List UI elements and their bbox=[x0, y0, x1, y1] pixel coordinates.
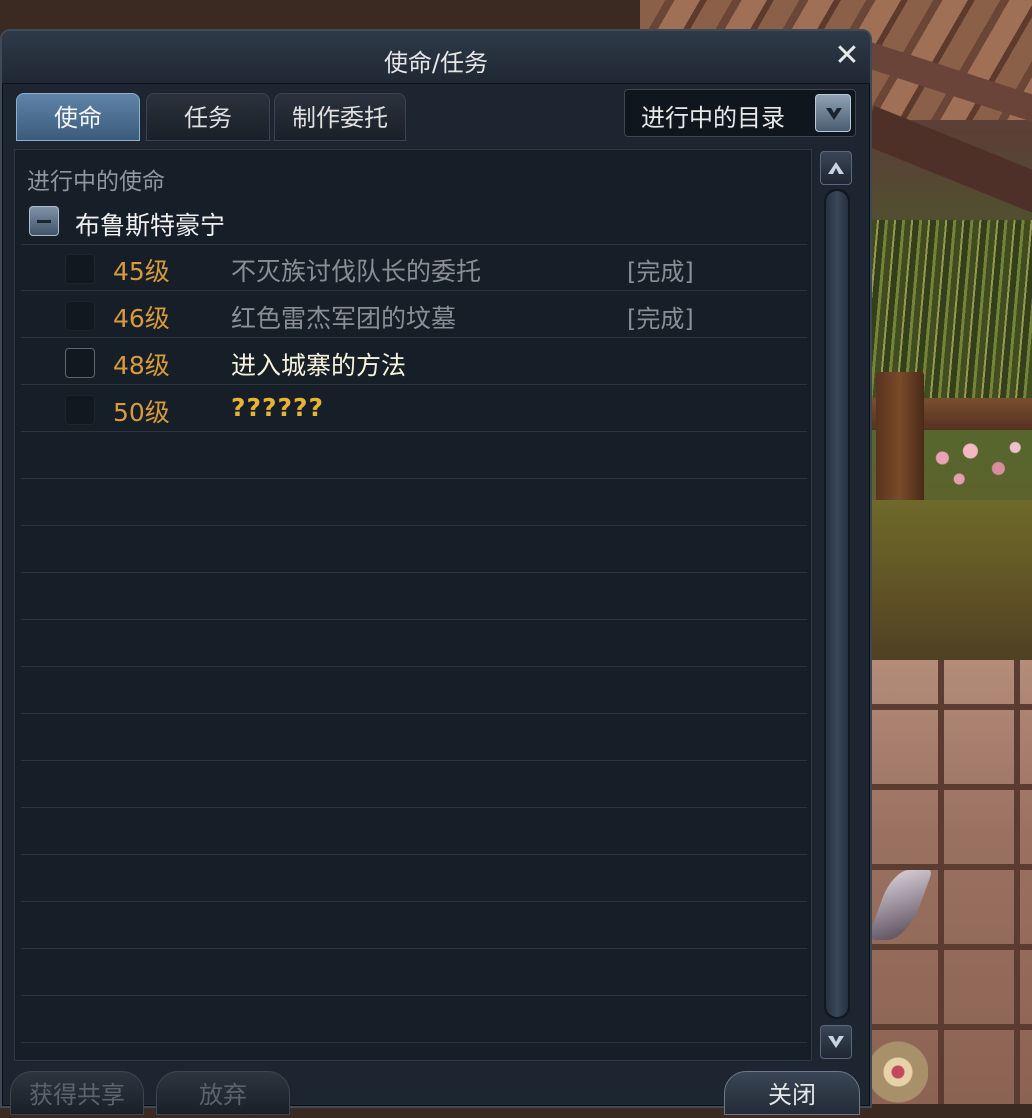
empty-row bbox=[21, 855, 807, 902]
empty-row bbox=[21, 432, 807, 479]
scrollbar[interactable] bbox=[818, 149, 856, 1061]
quest-level: 48级 bbox=[113, 351, 170, 380]
quest-list-panel: 进行中的使命 布鲁斯特豪宁 45级 不灭族讨伐队长的委托 [完成] 46级 红色… bbox=[14, 149, 812, 1061]
quest-level: 45级 bbox=[113, 257, 170, 286]
quest-group-name: 布鲁斯特豪宁 bbox=[75, 211, 226, 240]
close-icon[interactable]: ✕ bbox=[832, 41, 862, 71]
quest-name: 不灭族讨伐队长的委托 bbox=[231, 257, 482, 286]
scroll-thumb[interactable] bbox=[826, 191, 848, 1017]
empty-row bbox=[21, 902, 807, 949]
empty-row bbox=[21, 479, 807, 526]
track-checkbox[interactable] bbox=[65, 301, 95, 331]
quest-window: 使命/任务 ✕ 使命 任务 制作委托 进行中的目录 进行中的使命 布鲁斯特豪宁 … bbox=[0, 29, 872, 1115]
filter-selected-value: 进行中的目录 bbox=[641, 104, 785, 132]
quest-rows: 45级 不灭族讨伐队长的委托 [完成] 46级 红色雷杰军团的坟墓 [完成] 4… bbox=[21, 244, 807, 1060]
pink-flowers bbox=[920, 430, 1032, 500]
scroll-up-button[interactable] bbox=[820, 151, 852, 185]
quest-row[interactable]: 48级 进入城寨的方法 bbox=[21, 338, 807, 385]
empty-row bbox=[21, 996, 807, 1043]
empty-row bbox=[21, 1043, 807, 1060]
fence-post bbox=[876, 372, 924, 508]
quest-name: ?????? bbox=[231, 393, 325, 422]
abandon-button[interactable]: 放弃 bbox=[156, 1071, 290, 1115]
ground bbox=[868, 500, 1032, 670]
tab-quest[interactable]: 任务 bbox=[146, 93, 270, 141]
chevron-down-icon bbox=[828, 1036, 844, 1048]
quest-row[interactable]: 50级 ?????? bbox=[21, 385, 807, 432]
section-label: 进行中的使命 bbox=[27, 169, 165, 195]
close-button[interactable]: 关闭 bbox=[724, 1071, 860, 1115]
quest-status: [完成] bbox=[627, 305, 694, 333]
tab-mission[interactable]: 使命 bbox=[16, 93, 140, 141]
tab-craft-commission[interactable]: 制作委托 bbox=[274, 93, 406, 141]
empty-row bbox=[21, 620, 807, 667]
quest-group-header[interactable]: 布鲁斯特豪宁 bbox=[21, 202, 807, 245]
track-checkbox[interactable] bbox=[65, 395, 95, 425]
dropdown-toggle[interactable] bbox=[815, 94, 851, 132]
collapse-minus-icon[interactable] bbox=[29, 206, 59, 236]
quest-status: [完成] bbox=[627, 258, 694, 286]
get-share-button[interactable]: 获得共享 bbox=[10, 1071, 144, 1115]
ornament-orb bbox=[868, 1040, 928, 1104]
empty-row bbox=[21, 808, 807, 855]
empty-row bbox=[21, 573, 807, 620]
scroll-down-button[interactable] bbox=[820, 1025, 852, 1059]
quest-level: 46级 bbox=[113, 304, 170, 333]
quest-level: 50级 bbox=[113, 398, 170, 427]
chevron-up-icon bbox=[828, 162, 844, 174]
empty-row bbox=[21, 714, 807, 761]
empty-row bbox=[21, 667, 807, 714]
filter-dropdown[interactable]: 进行中的目录 bbox=[624, 89, 856, 137]
quest-row[interactable]: 45级 不灭族讨伐队长的委托 [完成] bbox=[21, 244, 807, 291]
track-checkbox[interactable] bbox=[65, 254, 95, 284]
empty-row bbox=[21, 949, 807, 996]
chevron-down-icon bbox=[826, 108, 842, 120]
quest-name: 进入城寨的方法 bbox=[231, 351, 407, 380]
window-title: 使命/任务 bbox=[383, 49, 489, 77]
track-checkbox[interactable] bbox=[65, 348, 95, 378]
quest-name: 红色雷杰军团的坟墓 bbox=[231, 304, 457, 333]
empty-row bbox=[21, 761, 807, 808]
quest-row[interactable]: 46级 红色雷杰军团的坟墓 [完成] bbox=[21, 291, 807, 338]
empty-row bbox=[21, 526, 807, 573]
title-bar[interactable]: 使命/任务 ✕ bbox=[2, 31, 870, 84]
